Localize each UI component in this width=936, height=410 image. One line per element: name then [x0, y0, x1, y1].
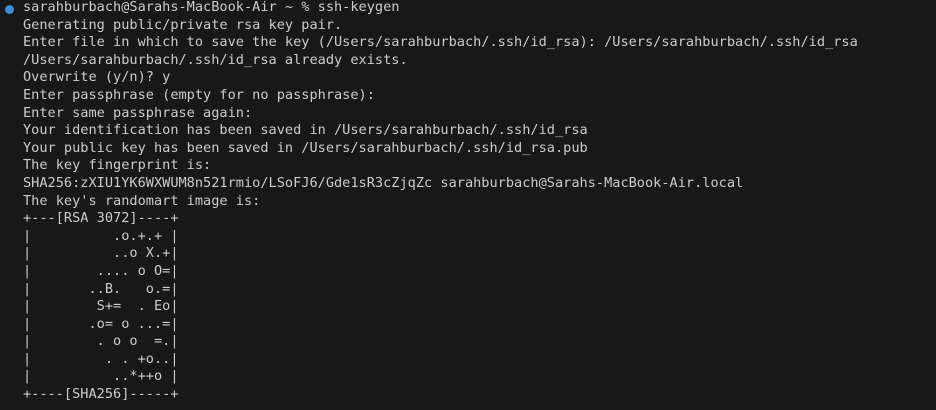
terminal-line-fingerprint: SHA256:zXIU1YK6WXWUM8n521rmio/LSoFJ6/Gde…: [23, 174, 744, 191]
prompt-status-dot-icon: [5, 5, 14, 14]
terminal-line: Enter same passphrase again:: [23, 104, 253, 121]
randomart-line: | S+= . Eo|: [23, 298, 179, 315]
terminal-line: Your identification has been saved in /U…: [23, 122, 588, 139]
randomart-line: | .o.+.+ |: [23, 227, 179, 244]
terminal-line: The key's randomart image is:: [23, 192, 261, 209]
terminal-output: sarahburbach@Sarahs-MacBook-Air ~ % ssh-…: [23, 0, 936, 404]
terminal-line: Overwrite (y/n)? y: [23, 69, 171, 86]
randomart-line: +----[SHA256]-----+: [23, 386, 179, 403]
terminal-line: Enter passphrase (empty for no passphras…: [23, 86, 375, 103]
randomart-line: | . o o =.|: [23, 333, 179, 350]
terminal-line: Generating public/private rsa key pair.: [23, 16, 343, 33]
randomart-line: +---[RSA 3072]----+: [23, 210, 179, 227]
randomart-line: | . . +o..|: [23, 350, 179, 367]
terminal-line: Enter file in which to save the key (/Us…: [23, 34, 858, 51]
randomart-line: | .o= o ...=|: [23, 315, 179, 332]
terminal-window[interactable]: sarahburbach@Sarahs-MacBook-Air ~ % ssh-…: [0, 0, 936, 410]
randomart-line: | ..B. o.=|: [23, 280, 179, 297]
randomart-line: | .... o O=|: [23, 262, 179, 279]
terminal-line: Your public key has been saved in /Users…: [23, 139, 588, 156]
terminal-line-prompt-command: sarahburbach@Sarahs-MacBook-Air ~ % ssh-…: [23, 0, 400, 15]
randomart-line: | ..o X.+|: [23, 245, 179, 262]
terminal-line: The key fingerprint is:: [23, 157, 212, 174]
terminal-line: /Users/sarahburbach/.ssh/id_rsa already …: [23, 51, 408, 68]
randomart-line: | ..*++o |: [23, 368, 179, 385]
